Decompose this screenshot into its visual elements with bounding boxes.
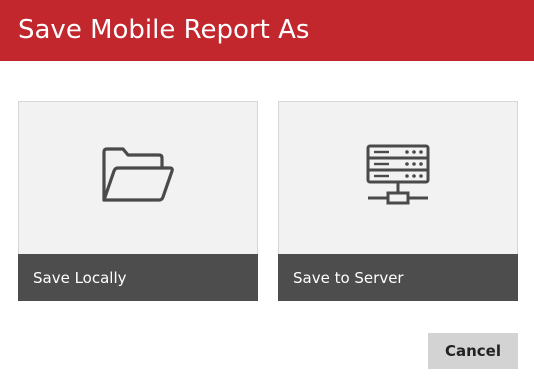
save-mobile-report-dialog: Save Mobile Report As Save Locally Save … xyxy=(0,0,534,379)
save-locally-icon-area xyxy=(19,102,257,254)
save-to-server-label: Save to Server xyxy=(278,254,518,301)
dialog-title: Save Mobile Report As xyxy=(18,14,310,45)
folder-open-icon xyxy=(100,146,176,210)
dialog-title-bar: Save Mobile Report As xyxy=(0,0,534,61)
server-network-icon xyxy=(365,144,431,212)
save-locally-label: Save Locally xyxy=(18,254,258,301)
save-to-server-icon-area xyxy=(279,102,517,254)
save-locally-option[interactable]: Save Locally xyxy=(18,101,258,301)
save-to-server-option[interactable]: Save to Server xyxy=(278,101,518,301)
cancel-button[interactable]: Cancel xyxy=(428,333,518,369)
